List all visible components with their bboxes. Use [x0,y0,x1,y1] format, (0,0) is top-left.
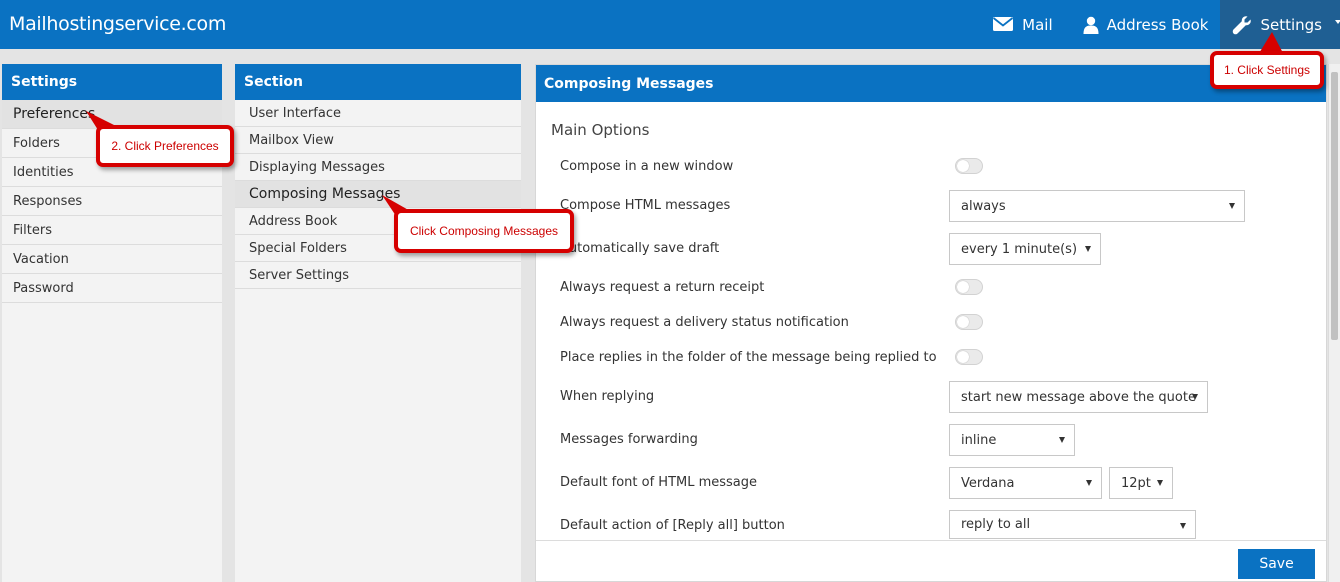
sidebar-item-responses[interactable]: Responses [2,187,222,216]
when-replying-value: start new message above the quote [961,389,1196,405]
when-replying-label: When replying [560,389,655,404]
default-font-label: Default font of HTML message [560,475,758,490]
autosave-label: Automatically save draft [560,241,720,256]
callout-click-preferences: 2. Click Preferences [96,125,234,167]
wrench-icon [1232,15,1252,35]
autosave-select[interactable]: every 1 minute(s) [949,233,1101,265]
preferences-form: Composing Messages Main Options Compose … [535,64,1327,582]
when-replying-select[interactable]: start new message above the quote [949,381,1208,413]
autosave-value: every 1 minute(s) [961,241,1078,257]
save-button[interactable]: Save [1238,549,1315,579]
section-item-server-settings[interactable]: Server Settings [235,262,521,289]
compose-html-label: Compose HTML messages [560,198,731,213]
forwarding-label: Messages forwarding [560,432,698,447]
chevron-down-icon [1086,480,1092,486]
compose-html-value: always [961,198,1006,214]
font-size-select[interactable]: 12pt [1109,467,1173,499]
compose-html-select[interactable]: always [949,190,1245,222]
nav-settings[interactable]: Settings [1220,0,1340,49]
sidebar-item-filters[interactable]: Filters [2,216,222,245]
top-nav: Mail Address Book Settings [980,0,1340,49]
settings-sidebar-title: Settings [2,64,222,100]
forwarding-value: inline [961,432,997,448]
sidebar-item-vacation[interactable]: Vacation [2,245,222,274]
page-scrollbar[interactable] [1328,64,1340,582]
chevron-down-icon [1059,437,1065,443]
nav-mail-label: Mail [1022,15,1053,34]
section-list-title: Section [235,64,521,100]
section-item-displaying-messages[interactable]: Displaying Messages [235,154,521,181]
font-family-select[interactable]: Verdana [949,467,1102,499]
chevron-down-icon [1335,20,1340,24]
compose-new-window-label: Compose in a new window [560,159,734,174]
nav-address-book-label: Address Book [1106,15,1209,34]
chevron-down-icon [1192,394,1198,400]
nav-settings-label: Settings [1260,15,1322,34]
delivery-status-toggle[interactable] [955,314,983,330]
section-item-composing-messages[interactable]: Composing Messages [235,181,521,208]
section-item-mailbox-view[interactable]: Mailbox View [235,127,521,154]
scrollbar-thumb[interactable] [1331,72,1338,340]
top-bar: Mailhostingservice.com Mail Address Book… [0,0,1340,49]
forwarding-select[interactable]: inline [949,424,1075,456]
font-family-value: Verdana [961,475,1015,491]
return-receipt-label: Always request a return receipt [560,280,765,295]
return-receipt-toggle[interactable] [955,279,983,295]
place-replies-label: Place replies in the folder of the messa… [560,350,937,365]
section-list: Section User Interface Mailbox View Disp… [235,64,521,582]
reply-all-label: Default action of [Reply all] button [560,518,785,533]
reply-all-select[interactable]: reply to all [949,510,1196,539]
form-footer-divider [536,540,1326,541]
place-replies-toggle[interactable] [955,349,983,365]
page-title: Composing Messages [536,65,1326,102]
callout-click-composing: Click Composing Messages [394,209,574,253]
nav-mail[interactable]: Mail [980,0,1070,49]
user-icon [1083,16,1099,34]
chevron-down-icon [1085,246,1091,252]
callout-click-settings: 1. Click Settings [1210,51,1324,89]
compose-new-window-toggle[interactable] [955,158,983,174]
reply-all-value: reply to all [961,517,1031,532]
chevron-down-icon [1157,480,1163,486]
nav-address-book[interactable]: Address Book [1071,0,1221,49]
section-item-user-interface[interactable]: User Interface [235,100,521,127]
chevron-down-icon [1229,203,1235,209]
brand-logo: Mailhostingservice.com [9,13,227,35]
sidebar-item-password[interactable]: Password [2,274,222,303]
delivery-status-label: Always request a delivery status notific… [560,315,849,330]
main-options-heading: Main Options [551,121,650,139]
envelope-icon [992,16,1014,34]
font-size-value: 12pt [1121,475,1151,491]
chevron-down-icon [1180,523,1186,529]
